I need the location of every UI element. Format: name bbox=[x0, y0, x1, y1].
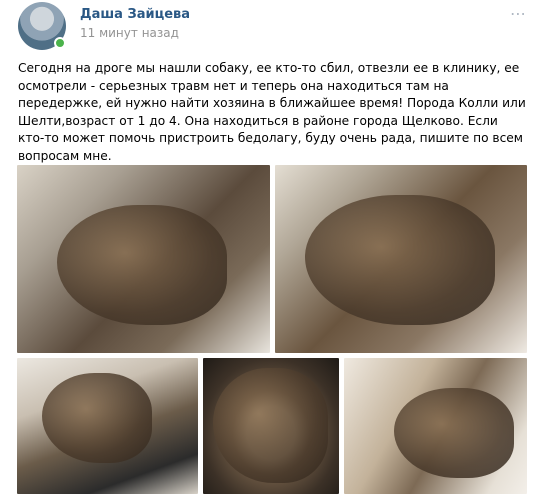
post-time[interactable]: 11 минут назад bbox=[80, 26, 179, 40]
photo-5[interactable] bbox=[344, 358, 527, 494]
photo-1[interactable] bbox=[17, 165, 270, 353]
photo-4[interactable] bbox=[203, 358, 339, 494]
photo-2[interactable] bbox=[275, 165, 527, 353]
online-indicator bbox=[54, 37, 66, 49]
author-name[interactable]: Даша Зайцева bbox=[80, 7, 190, 22]
post-text: Сегодня на дроге мы нашли собаку, ее кто… bbox=[18, 61, 526, 163]
more-options-icon[interactable]: ⋯ bbox=[510, 4, 527, 23]
photo-3[interactable] bbox=[17, 358, 198, 494]
